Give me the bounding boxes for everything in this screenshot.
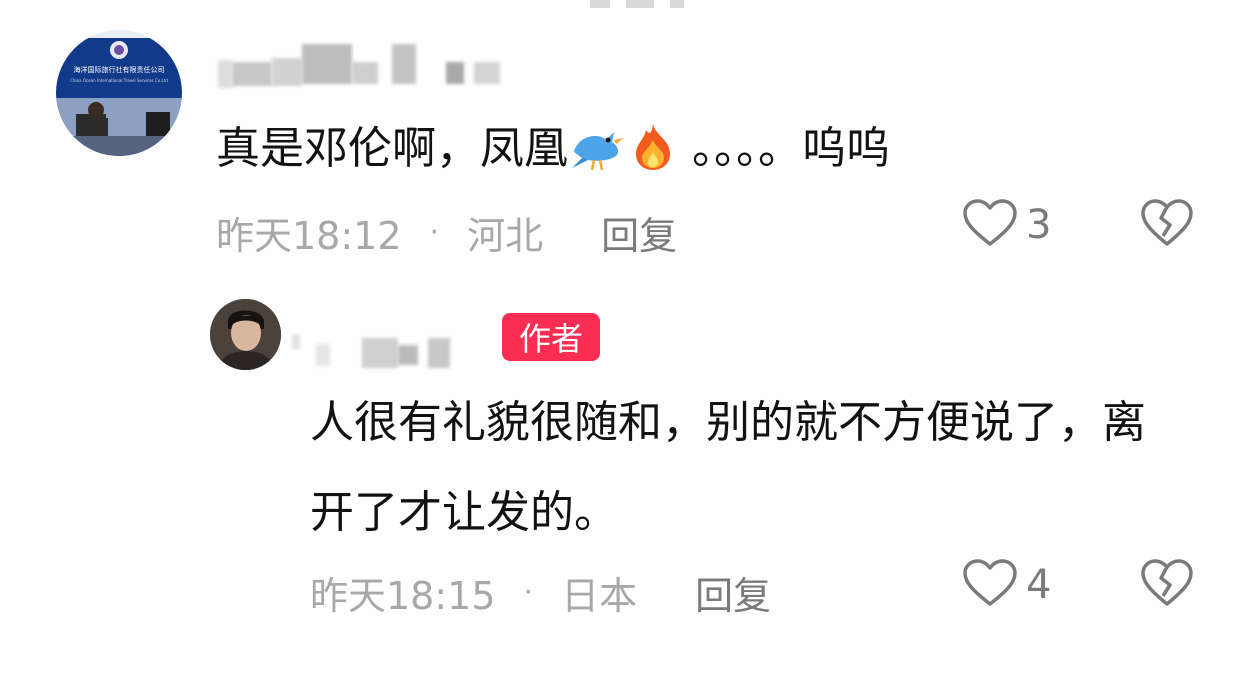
comment-meta: 昨天18:12 · 河北 回复 bbox=[216, 205, 677, 260]
broken-heart-icon bbox=[1140, 198, 1194, 252]
reply-location: 日本 bbox=[561, 574, 638, 618]
dislike-button[interactable] bbox=[1140, 198, 1194, 252]
heart-outline-icon bbox=[962, 198, 1018, 252]
reply-time: 昨天18:15 bbox=[310, 574, 496, 618]
fire-emoji bbox=[626, 122, 680, 180]
reply-dislike-button[interactable] bbox=[1140, 558, 1194, 612]
comment-thread: 海洋国际旅行社有限责任公司 China Ocean International … bbox=[0, 0, 1260, 675]
commenter-name-blurred[interactable] bbox=[218, 40, 500, 88]
reply-button[interactable]: 回复 bbox=[601, 205, 677, 260]
bird-emoji bbox=[568, 122, 626, 180]
comment-text-part1: 真是邓伦啊，凤凰 bbox=[216, 123, 568, 174]
meta-separator: · bbox=[523, 575, 534, 610]
reply-meta: 昨天18:15 · 日本 回复 bbox=[310, 565, 771, 620]
comment-time: 昨天18:12 bbox=[216, 214, 402, 258]
reply-like-button[interactable]: 4 bbox=[962, 558, 1051, 612]
author-avatar-image bbox=[210, 299, 281, 370]
reply-text: 人很有礼貌很随和，别的就不方便说了，离开了才让发的。 bbox=[310, 397, 1146, 538]
like-button[interactable]: 3 bbox=[962, 198, 1051, 252]
comment-text-part2: 。。。。呜呜 bbox=[692, 123, 890, 174]
like-count: 4 bbox=[1026, 562, 1052, 608]
comment-text: 真是邓伦啊，凤凰 。。。。呜呜 bbox=[216, 122, 890, 180]
author-badge: 作者 bbox=[502, 313, 600, 361]
like-count: 3 bbox=[1026, 202, 1052, 248]
avatar-image: 海洋国际旅行社有限责任公司 China Ocean International … bbox=[56, 30, 182, 156]
heart-outline-icon bbox=[962, 558, 1018, 612]
reply-button[interactable]: 回复 bbox=[695, 565, 771, 620]
broken-heart-icon bbox=[1140, 558, 1194, 612]
clipped-text-top bbox=[590, 0, 720, 8]
comment-location: 河北 bbox=[467, 214, 544, 258]
commenter-avatar[interactable]: 海洋国际旅行社有限责任公司 China Ocean International … bbox=[56, 30, 182, 156]
author-name-blurred[interactable] bbox=[292, 316, 450, 368]
meta-separator: · bbox=[429, 215, 440, 250]
author-avatar[interactable] bbox=[210, 299, 281, 370]
avatar-sign-line2: China Ocean International Travel Service… bbox=[70, 78, 168, 83]
avatar-sign-line1: 海洋国际旅行社有限责任公司 bbox=[74, 65, 165, 74]
